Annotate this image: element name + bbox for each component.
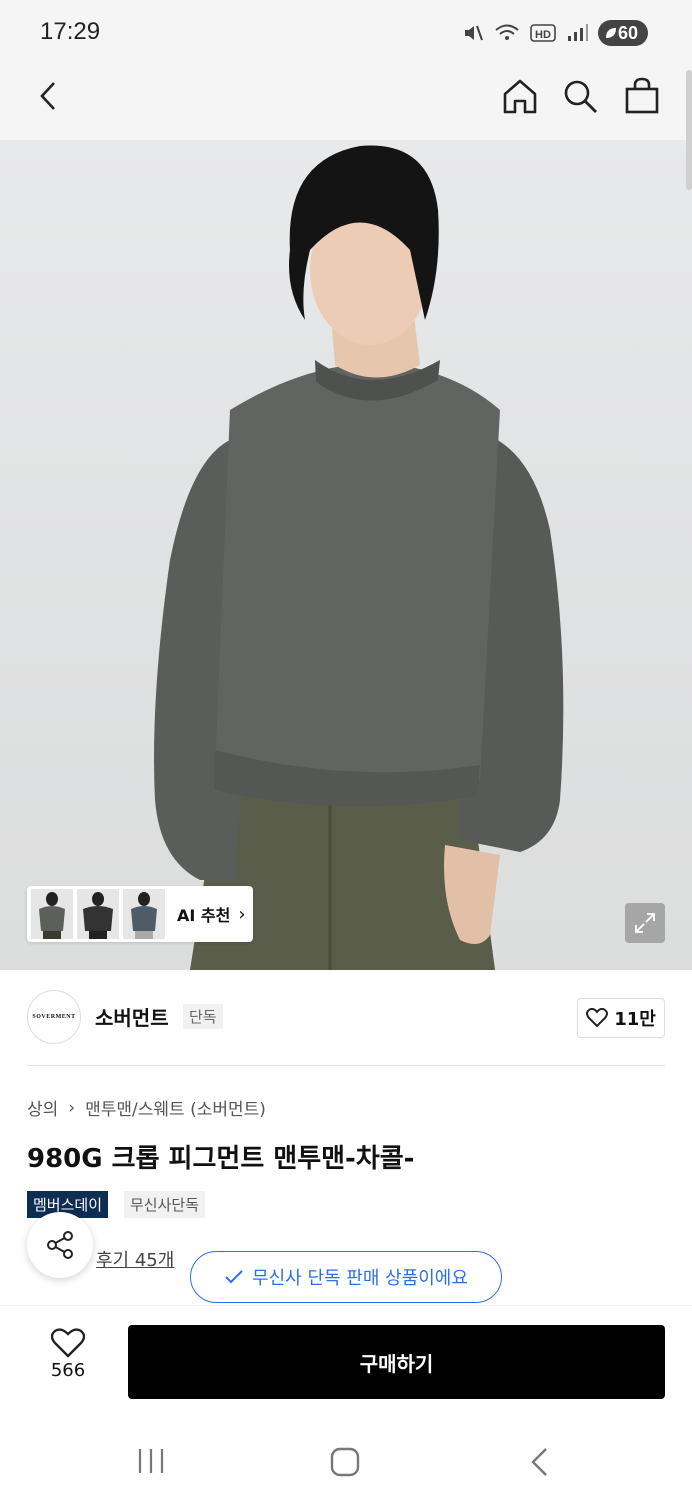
chevron-right-icon: › xyxy=(68,1097,76,1118)
share-button[interactable] xyxy=(27,1212,93,1278)
model-photo xyxy=(154,145,564,970)
expand-button[interactable] xyxy=(625,903,665,943)
recent-apps-icon xyxy=(138,1449,164,1473)
mute-icon xyxy=(464,25,483,41)
breadcrumb: 상의 › 맨투맨/스웨트 (소버먼트) xyxy=(27,1095,266,1121)
page-scrollbar[interactable] xyxy=(686,70,692,190)
hd-icon: HD xyxy=(530,24,556,42)
review-link[interactable]: 후기 45개 xyxy=(96,1246,174,1272)
brand-logo[interactable]: SOVERMENT xyxy=(27,990,81,1044)
expand-icon xyxy=(635,913,655,933)
thumbnail-1 xyxy=(31,889,73,939)
back-button[interactable] xyxy=(26,74,70,118)
status-time: 17:29 xyxy=(40,18,101,45)
wishlist-count: 566 xyxy=(50,1360,86,1381)
wifi-icon xyxy=(495,24,519,40)
heart-icon xyxy=(586,1008,609,1028)
breadcrumb-subcategory[interactable]: 맨투맨/스웨트 (소버먼트) xyxy=(85,1095,266,1120)
back-icon xyxy=(40,82,55,110)
home-button[interactable] xyxy=(498,74,542,118)
search-icon xyxy=(564,80,597,113)
svg-text:HD: HD xyxy=(535,29,551,41)
heart-icon xyxy=(51,1328,85,1358)
system-nav-bar xyxy=(0,1420,692,1500)
brand-logo-text: SOVERMENT xyxy=(32,1014,76,1020)
back-nav-icon xyxy=(531,1448,547,1476)
brand-like-count: 11만 xyxy=(614,1009,656,1030)
top-navigation xyxy=(0,66,692,140)
search-button[interactable] xyxy=(558,74,602,118)
battery-indicator: 60 xyxy=(597,20,648,46)
chevron-right-icon: › xyxy=(238,903,246,925)
cart-button[interactable] xyxy=(620,74,664,118)
divider xyxy=(27,1065,665,1066)
exclusive-toast: 무신사 단독 판매 상품이에요 xyxy=(190,1251,502,1303)
wishlist-button[interactable]: 566 xyxy=(40,1328,96,1381)
home-icon xyxy=(503,79,537,114)
bag-icon xyxy=(625,77,659,114)
home-nav-icon xyxy=(330,1447,360,1477)
exclusive-tag: 단독 xyxy=(183,1004,223,1029)
product-image[interactable] xyxy=(0,140,692,970)
battery-level: 60 xyxy=(617,22,638,43)
toast-text: 무신사 단독 판매 상품이에요 xyxy=(252,1268,468,1289)
breadcrumb-category[interactable]: 상의 xyxy=(27,1095,58,1120)
exclusive-badge: 무신사단독 xyxy=(124,1191,206,1218)
brand-name[interactable]: 소버먼트 xyxy=(95,1002,169,1031)
share-icon xyxy=(47,1231,73,1259)
thumbnail-2 xyxy=(77,889,119,939)
brand-like-button[interactable]: 11만 xyxy=(577,998,665,1038)
status-icons: HD 60 xyxy=(462,20,648,46)
ai-recommend-label: AI 추천 xyxy=(177,906,231,925)
leaf-icon xyxy=(605,28,616,38)
check-icon xyxy=(225,1270,243,1284)
ai-recommendation[interactable]: AI 추천 › xyxy=(27,886,253,942)
buy-button[interactable]: 구매하기 xyxy=(128,1325,665,1399)
product-title: 980G 크롭 피그먼트 맨투맨-차콜- xyxy=(27,1144,415,1174)
thumbnail-3 xyxy=(123,889,165,939)
signal-icon xyxy=(567,24,588,41)
